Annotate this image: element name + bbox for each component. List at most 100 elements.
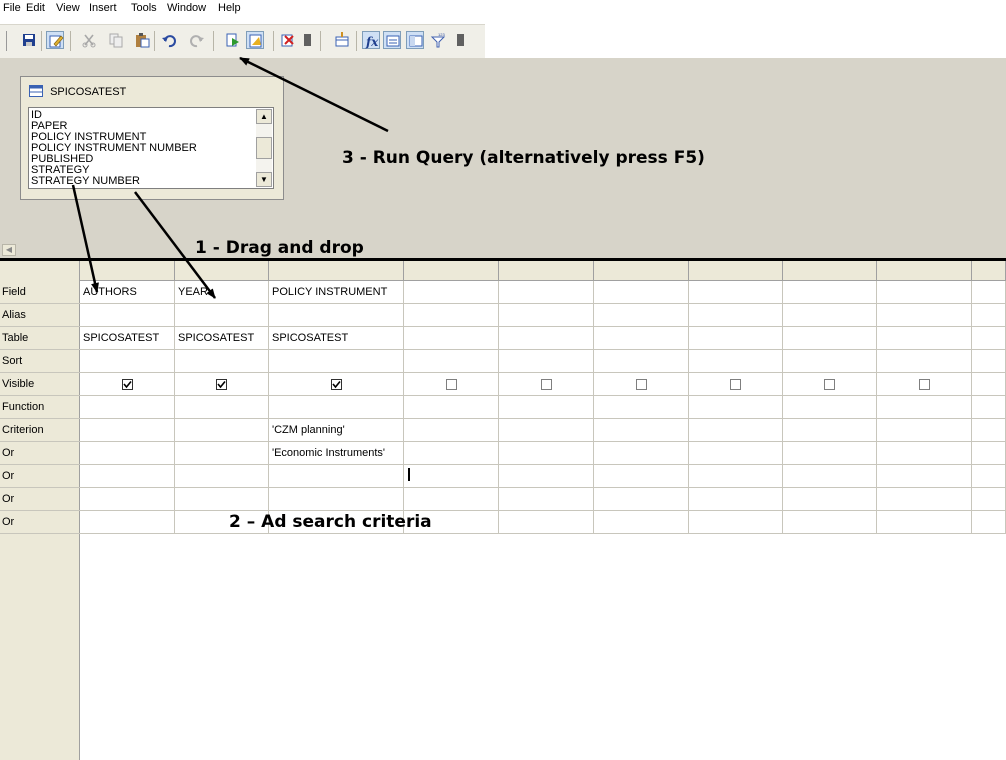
- field-list-item[interactable]: STRATEGY NUMBER: [31, 176, 140, 187]
- visible-checkbox[interactable]: [824, 379, 835, 390]
- grid-cell-visible[interactable]: [499, 373, 594, 396]
- grid-cell-or[interactable]: [972, 511, 1006, 534]
- column-header[interactable]: [499, 261, 594, 281]
- grid-cell-visible[interactable]: [594, 373, 689, 396]
- copy-icon[interactable]: [107, 31, 125, 49]
- grid-cell-or[interactable]: [783, 465, 877, 488]
- column-header[interactable]: [783, 261, 877, 281]
- grid-cell-field[interactable]: [594, 281, 689, 304]
- menu-file[interactable]: File: [3, 2, 21, 14]
- grid-cell-visible[interactable]: [404, 373, 499, 396]
- column-header[interactable]: [175, 261, 269, 281]
- scroll-down-icon[interactable]: ▼: [256, 172, 272, 187]
- grid-cell-or[interactable]: [783, 488, 877, 511]
- visible-checkbox[interactable]: [541, 379, 552, 390]
- grid-cell-table[interactable]: [499, 327, 594, 350]
- grid-cell-criterion[interactable]: [80, 419, 175, 442]
- grid-cell-or[interactable]: [877, 465, 972, 488]
- grid-cell-or[interactable]: [80, 442, 175, 465]
- grid-cell-or[interactable]: [689, 442, 783, 465]
- grid-cell-criterion[interactable]: [499, 419, 594, 442]
- grid-cell-or[interactable]: [499, 511, 594, 534]
- grid-cell-criterion[interactable]: [783, 419, 877, 442]
- visible-checkbox[interactable]: [446, 379, 457, 390]
- grid-cell-field[interactable]: POLICY INSTRUMENT: [269, 281, 404, 304]
- grid-cell-or[interactable]: [499, 488, 594, 511]
- grid-cell-or[interactable]: [594, 465, 689, 488]
- visible-checkbox[interactable]: [122, 379, 133, 390]
- grid-cell-or[interactable]: [175, 442, 269, 465]
- grid-cell-function[interactable]: [877, 396, 972, 419]
- grid-cell-visible[interactable]: [877, 373, 972, 396]
- grid-cell-or[interactable]: [404, 465, 499, 488]
- grid-cell-visible[interactable]: [80, 373, 175, 396]
- field-list-scrollbar[interactable]: ▲ ▼: [256, 109, 272, 187]
- grid-cell-table[interactable]: [877, 327, 972, 350]
- menu-help[interactable]: Help: [218, 2, 241, 14]
- grid-cell-or[interactable]: [80, 488, 175, 511]
- menu-insert[interactable]: Insert: [89, 2, 117, 14]
- toolbar-grip[interactable]: [6, 31, 7, 51]
- grid-cell-table[interactable]: [972, 327, 1006, 350]
- grid-cell-sort[interactable]: [269, 350, 404, 373]
- grid-cell-or[interactable]: [689, 465, 783, 488]
- visible-checkbox[interactable]: [636, 379, 647, 390]
- grid-cell-field[interactable]: [783, 281, 877, 304]
- grid-cell-table[interactable]: [689, 327, 783, 350]
- grid-cell-function[interactable]: [269, 396, 404, 419]
- grid-cell-field[interactable]: [499, 281, 594, 304]
- visible-checkbox[interactable]: [331, 379, 342, 390]
- grid-cell-sort[interactable]: [404, 350, 499, 373]
- grid-cell-table[interactable]: SPICOSATEST: [175, 327, 269, 350]
- menu-view[interactable]: View: [56, 2, 80, 14]
- grid-cell-sort[interactable]: [594, 350, 689, 373]
- menu-edit[interactable]: Edit: [26, 2, 45, 14]
- grid-cell-criterion[interactable]: 'CZM planning': [269, 419, 404, 442]
- grid-cell-sort[interactable]: [877, 350, 972, 373]
- grid-cell-sort[interactable]: [689, 350, 783, 373]
- grid-cell-or[interactable]: [689, 488, 783, 511]
- grid-cell-field[interactable]: [689, 281, 783, 304]
- grid-cell-or[interactable]: [689, 511, 783, 534]
- redo-icon[interactable]: [188, 31, 206, 49]
- grid-cell-criterion[interactable]: [594, 419, 689, 442]
- table-name-icon[interactable]: [406, 31, 424, 49]
- grid-cell-or[interactable]: [594, 488, 689, 511]
- grid-cell-sort[interactable]: [80, 350, 175, 373]
- grid-cell-field[interactable]: [404, 281, 499, 304]
- dropdown-icon[interactable]: [299, 31, 317, 49]
- grid-cell-or[interactable]: [404, 442, 499, 465]
- grid-cell-or[interactable]: [269, 488, 404, 511]
- grid-cell-alias[interactable]: [877, 304, 972, 327]
- grid-cell-or[interactable]: [80, 511, 175, 534]
- column-header[interactable]: [972, 261, 1006, 281]
- grid-cell-or[interactable]: [175, 488, 269, 511]
- grid-cell-or[interactable]: [594, 511, 689, 534]
- grid-cell-visible[interactable]: [269, 373, 404, 396]
- grid-cell-sort[interactable]: [972, 350, 1006, 373]
- grid-cell-or[interactable]: [269, 465, 404, 488]
- grid-cell-alias[interactable]: [404, 304, 499, 327]
- grid-cell-function[interactable]: [80, 396, 175, 419]
- scroll-left-icon[interactable]: ◀: [2, 244, 16, 256]
- grid-cell-visible[interactable]: [175, 373, 269, 396]
- column-header[interactable]: [404, 261, 499, 281]
- menu-window[interactable]: Window: [167, 2, 206, 14]
- column-header[interactable]: [269, 261, 404, 281]
- visible-checkbox[interactable]: [919, 379, 930, 390]
- table-icon[interactable]: [333, 31, 351, 49]
- clear-icon[interactable]: [279, 31, 297, 49]
- grid-cell-or[interactable]: [877, 511, 972, 534]
- grid-cell-criterion[interactable]: [877, 419, 972, 442]
- grid-cell-alias[interactable]: [972, 304, 1006, 327]
- grid-cell-or[interactable]: [972, 488, 1006, 511]
- grid-cell-visible[interactable]: [972, 373, 1006, 396]
- column-header[interactable]: [877, 261, 972, 281]
- grid-cell-table[interactable]: [404, 327, 499, 350]
- grid-cell-function[interactable]: [404, 396, 499, 419]
- grid-cell-function[interactable]: [499, 396, 594, 419]
- grid-cell-criterion[interactable]: [404, 419, 499, 442]
- grid-cell-or[interactable]: [499, 465, 594, 488]
- grid-cell-or[interactable]: [783, 511, 877, 534]
- grid-cell-or[interactable]: [877, 488, 972, 511]
